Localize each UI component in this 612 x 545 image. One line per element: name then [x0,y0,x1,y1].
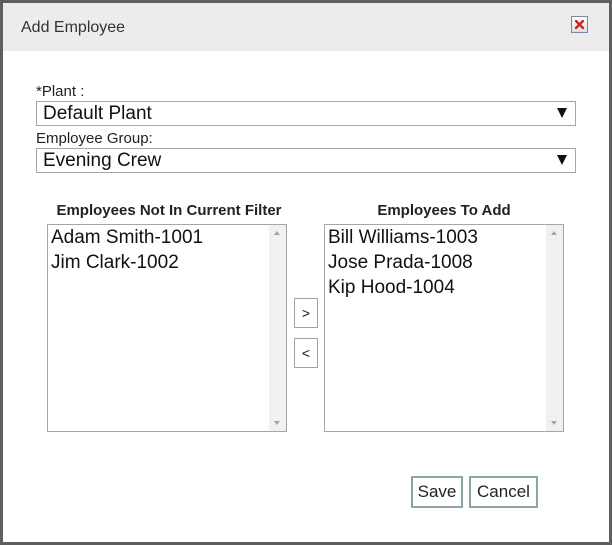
dialog-title: Add Employee [21,19,126,36]
dialog-titlebar: Add Employee [3,3,609,51]
employee-group-select-value: Evening Crew [43,150,162,171]
scrollbar[interactable] [546,225,563,431]
dropdown-arrow-icon [557,155,567,165]
move-right-button[interactable]: > [294,298,318,328]
plant-label: *Plant : [36,83,85,100]
employee-group-select[interactable]: Evening Crew [36,148,576,173]
to-add-listbox[interactable]: Bill Williams-1003 Jose Prada-1008 Kip H… [324,224,564,432]
add-employee-dialog: Add Employee *Plant : Default Plant Empl… [0,0,612,545]
list-item[interactable]: Jose Prada-1008 [328,250,478,275]
scrollbar[interactable] [269,225,286,431]
list-item[interactable]: Jim Clark-1002 [51,250,203,275]
not-in-filter-heading: Employees Not In Current Filter [56,202,282,219]
close-button[interactable] [571,16,588,33]
close-x-icon [575,20,584,29]
save-button[interactable]: Save [411,476,463,508]
scroll-up-icon[interactable] [274,231,280,235]
move-left-button[interactable]: < [294,338,318,368]
employee-group-label: Employee Group: [36,130,153,147]
to-add-heading: Employees To Add [377,202,511,219]
scroll-up-icon[interactable] [551,231,557,235]
list-item[interactable]: Adam Smith-1001 [51,225,203,250]
scroll-down-icon[interactable] [551,421,557,425]
plant-select-value: Default Plant [43,103,152,124]
not-in-filter-listbox[interactable]: Adam Smith-1001 Jim Clark-1002 [47,224,287,432]
cancel-button[interactable]: Cancel [469,476,538,508]
dropdown-arrow-icon [557,108,567,118]
list-item[interactable]: Kip Hood-1004 [328,275,478,300]
scroll-down-icon[interactable] [274,421,280,425]
plant-select[interactable]: Default Plant [36,101,576,126]
list-item[interactable]: Bill Williams-1003 [328,225,478,250]
